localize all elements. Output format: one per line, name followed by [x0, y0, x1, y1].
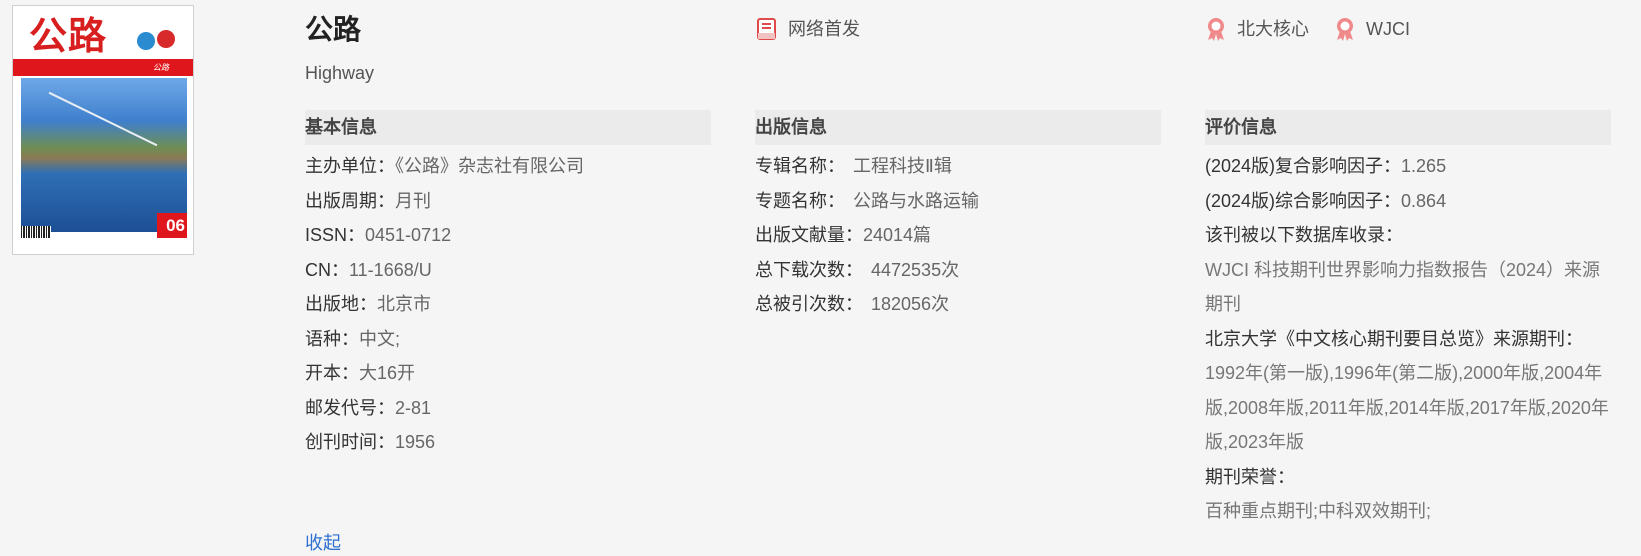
info-row-issn: ISSN：0451-0712 — [305, 218, 711, 253]
row-value: 4472535次 — [871, 259, 960, 280]
row-label: 开本： — [305, 363, 359, 383]
info-row-period: 出版周期：月刊 — [305, 184, 711, 219]
cover-band: 公路 — [13, 59, 193, 76]
info-row-format: 开本：大16开 — [305, 356, 711, 391]
row-value: 《公路》杂志社有限公司 — [395, 156, 584, 176]
evaluation-info-heading: 评价信息 — [1205, 110, 1611, 145]
cover-logo — [137, 32, 155, 50]
row-value: 0.864 — [1401, 190, 1447, 211]
award-icon — [1337, 18, 1353, 41]
tag-label: 北大核心 — [1237, 19, 1309, 39]
publication-info-heading: 出版信息 — [755, 110, 1161, 145]
basic-info-section: 基本信息 主办单位：《公路》杂志社有限公司 出版周期：月刊 ISSN：0451-… — [305, 110, 711, 460]
row-value: 月刊 — [395, 190, 431, 211]
info-row-sponsor: 主办单位：《公路》杂志社有限公司 — [305, 149, 711, 184]
info-row-language: 语种：中文; — [305, 322, 711, 357]
honor-label: 期刊荣誉： — [1205, 466, 1295, 487]
row-value: 182056次 — [871, 294, 950, 314]
row-label: 专辑名称： — [755, 156, 845, 176]
row-label: 语种： — [305, 328, 359, 349]
row-value: 大16开 — [359, 363, 416, 383]
evaluation-info-section: 评价信息 (2024版)复合影响因子：1.265 (2024版)综合影响因子：0… — [1205, 110, 1611, 529]
row-label: 总下载次数： — [755, 259, 863, 280]
row-label: 出版周期： — [305, 190, 395, 211]
info-row-cn: CN：11-1668/U — [305, 253, 711, 288]
row-value: 公路与水路运输 — [853, 190, 979, 211]
info-row-album: 专辑名称： 工程科技Ⅱ辑 — [755, 149, 1161, 184]
tag-label: 网络首发 — [788, 19, 860, 39]
row-value: 中文; — [359, 328, 401, 349]
row-value: 2-81 — [395, 397, 432, 418]
database-list: WJCI 科技期刊世界影响力指数报告（2024）来源期刊 — [1205, 259, 1601, 315]
row-value: 11-1668/U — [349, 259, 432, 280]
honor-list: 百种重点期刊;中科双效期刊; — [1205, 501, 1432, 521]
row-label: 主办单位： — [305, 156, 395, 176]
row-label: 出版地： — [305, 294, 377, 314]
row-label: 邮发代号： — [305, 397, 395, 418]
tag-label: WJCI — [1366, 19, 1410, 39]
row-value: 1.265 — [1401, 156, 1447, 176]
award-icon — [1208, 18, 1224, 41]
tag-web-first: 网络首发 — [754, 16, 860, 42]
cover-photo — [21, 78, 187, 232]
info-row-doc-count: 出版文献量：24014篇 — [755, 218, 1161, 253]
journal-english-title: Highway — [305, 63, 375, 83]
cover-barcode — [21, 226, 51, 238]
info-row-founded: 创刊时间：1956 — [305, 425, 711, 460]
pku-core-label: 北京大学《中文核心期刊要目总览》来源期刊： — [1205, 328, 1583, 349]
publication-info-section: 出版信息 专辑名称： 工程科技Ⅱ辑 专题名称： 公路与水路运输 出版文献量：2401… — [755, 110, 1161, 322]
cover-header: 公路 — [13, 6, 193, 59]
info-row-downloads: 总下载次数： 4472535次 — [755, 253, 1161, 288]
tag-wjci: WJCI — [1332, 16, 1410, 42]
journal-title: 公路 — [305, 14, 362, 45]
basic-info-heading: 基本信息 — [305, 110, 711, 145]
cover-title: 公路 — [29, 13, 108, 58]
info-row-citations: 总被引次数： 182056次 — [755, 287, 1161, 322]
row-label: CN： — [305, 259, 349, 280]
info-row-place: 出版地：北京市 — [305, 287, 711, 322]
row-value: 24014篇 — [863, 225, 932, 245]
row-label: 出版文献量： — [755, 225, 863, 245]
row-label: (2024版)复合影响因子： — [1205, 156, 1402, 176]
row-value: 1956 — [395, 432, 436, 452]
info-row-composite-if: (2024版)复合影响因子：1.265 — [1205, 149, 1611, 184]
info-row-topic: 专题名称： 公路与水路运输 — [755, 184, 1161, 219]
row-value: 0451-0712 — [365, 225, 452, 245]
row-label: 总被引次数： — [755, 294, 863, 314]
row-value: 工程科技Ⅱ辑 — [853, 156, 952, 176]
row-label: (2024版)综合影响因子： — [1205, 190, 1402, 211]
cover-band-text: 公路 — [153, 63, 169, 72]
cover-issue-number: 06 — [157, 213, 187, 238]
tag-pku-core: 北大核心 — [1203, 16, 1309, 42]
info-row-postal-code: 邮发代号：2-81 — [305, 391, 711, 426]
row-label: 创刊时间： — [305, 432, 395, 452]
web-first-icon — [757, 18, 776, 40]
cover-logo — [157, 30, 175, 48]
row-label: 专题名称： — [755, 190, 845, 211]
row-value: 北京市 — [377, 294, 431, 314]
info-row-comprehensive-if: (2024版)综合影响因子：0.864 — [1205, 184, 1611, 219]
collapse-link[interactable]: 收起 — [305, 530, 341, 556]
pku-core-years: 1992年(第一版),1996年(第二版),2000年版,2004年版,2008… — [1205, 363, 1609, 452]
row-label: ISSN： — [305, 225, 366, 245]
journal-cover-image[interactable]: 公路 公路 06 — [12, 5, 194, 255]
database-label: 该刊被以下数据库收录： — [1205, 225, 1403, 245]
